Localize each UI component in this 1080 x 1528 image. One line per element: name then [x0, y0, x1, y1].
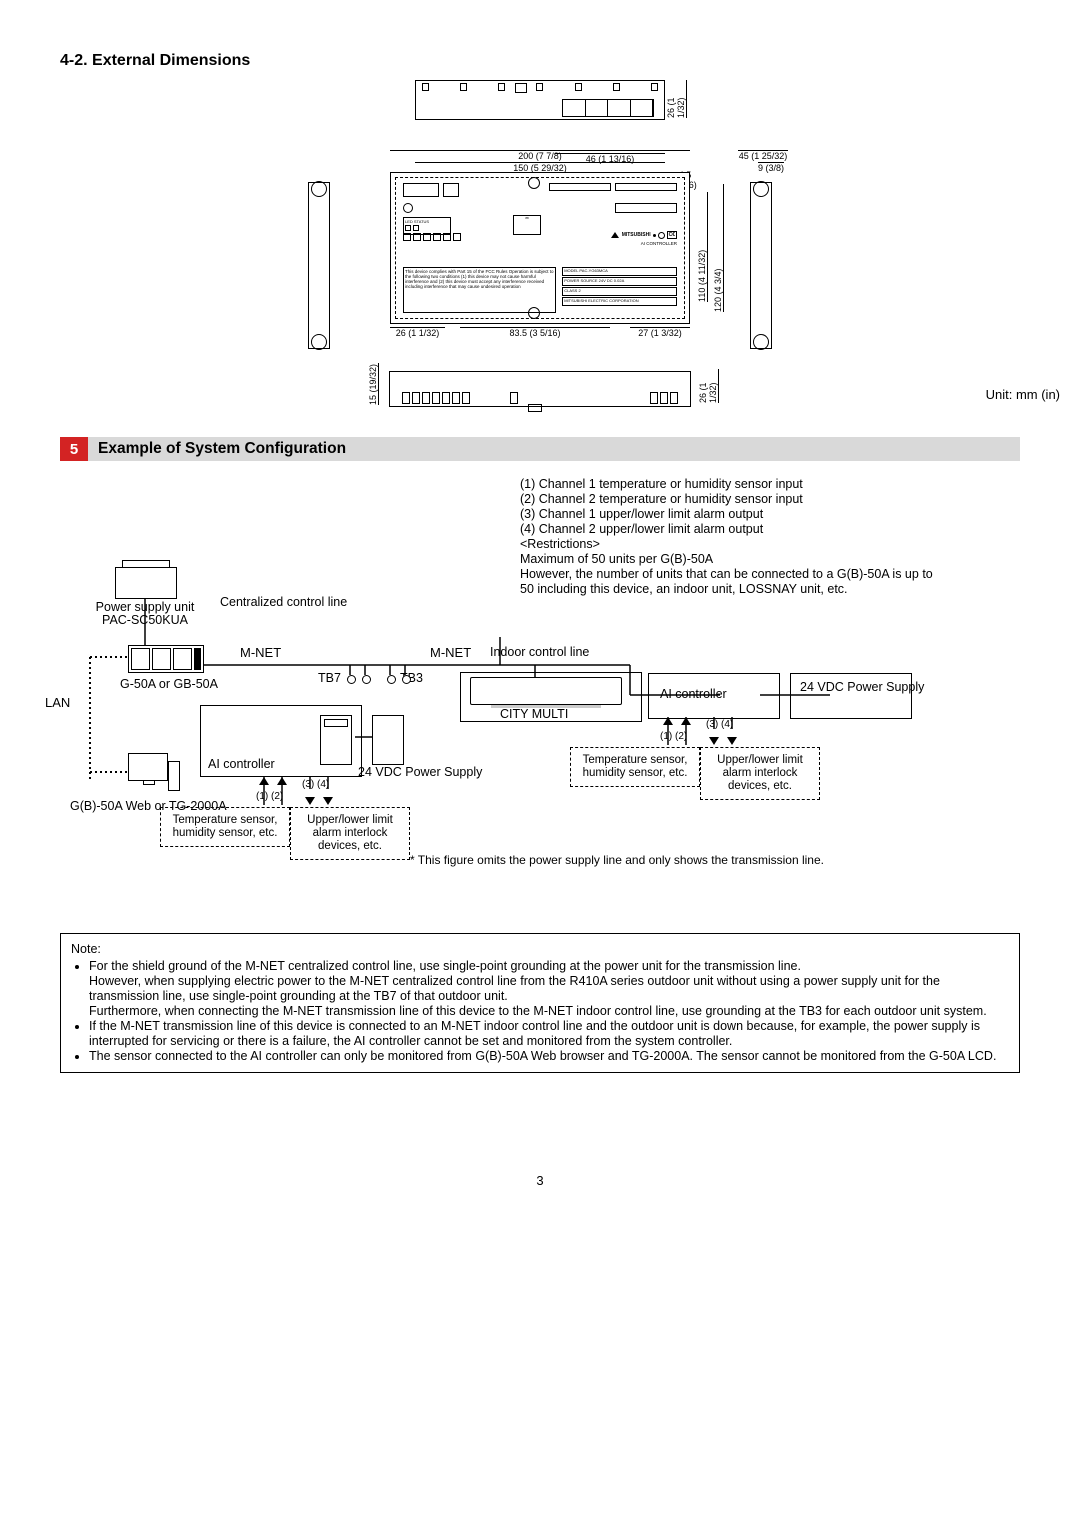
dim-bottom-view: [389, 371, 691, 407]
note-b3: The sensor connected to the AI controlle…: [89, 1049, 1009, 1064]
corp-text: MITSUBISHI ELECTRIC CORPORATION: [562, 297, 677, 306]
dim-f-br: 27 (1 3/32): [638, 328, 682, 338]
model-k: MODEL: [564, 268, 578, 273]
brand-text: MITSUBISHI: [622, 232, 651, 238]
dim-side-top: 45 (1 25/32): [739, 151, 788, 161]
cfg-l2: (2) Channel 2 temperature or humidity se…: [520, 492, 940, 507]
mnet-l1: M-NET: [240, 645, 281, 660]
ai2-n34: (3) (4): [706, 719, 733, 730]
cfg-rh: <Restrictions>: [520, 537, 940, 552]
fcc-text: This device complies with Part 15 of the…: [403, 267, 556, 313]
ai1-icon: [320, 715, 352, 765]
dim-f-h1: 110 (4 11/32): [697, 250, 707, 302]
cfg-l4: (4) Channel 2 upper/lower limit alarm ou…: [520, 522, 940, 537]
ai2-n12: (1) (2): [660, 731, 687, 742]
tb7-label: TB7: [318, 671, 341, 685]
dim-f-w1: 200 (7 7/8): [518, 151, 562, 161]
sub-text: AI CONTROLLER: [641, 241, 677, 246]
note-b1a: For the shield ground of the M-NET centr…: [89, 959, 801, 973]
system-config-figure: (1) Channel 1 temperature or humidity se…: [60, 477, 1020, 897]
section-5-num: 5: [60, 437, 88, 461]
dim-top-h: 26 (1 1/32): [666, 97, 686, 118]
dim-f-bl: 26 (1 1/32): [396, 328, 440, 338]
g50-icon: [128, 645, 204, 673]
cfg-l1: (1) Channel 1 temperature or humidity se…: [520, 477, 940, 492]
pwr2-label: 24 VDC Power Supply: [800, 680, 900, 694]
ai2-alarm-box: Upper/lower limit alarm interlock device…: [700, 747, 820, 800]
note-box: Note: For the shield ground of the M-NET…: [60, 933, 1020, 1073]
lan-label: LAN: [45, 695, 70, 710]
note-head: Note:: [71, 942, 1009, 957]
dim-top-view: 46 (1 13/16) 26 (1 1/32): [415, 80, 665, 150]
dim-bracket-right: [750, 182, 772, 349]
dim-bracket-left: [308, 182, 330, 349]
ai1-label: AI controller: [208, 757, 275, 771]
city-label: CITY MULTI: [500, 707, 568, 721]
pc-icon: [128, 753, 172, 793]
ai2-label: AI controller: [660, 687, 727, 701]
ai1-alarm-box: Upper/lower limit alarm interlock device…: [290, 807, 410, 860]
pwr1-label: 24 VDC Power Supply: [358, 765, 438, 779]
external-dimensions-figure: 46 (1 13/16) 26 (1 1/32) 200 (7 7/8) 150…: [150, 80, 930, 407]
psu-model: PAC-SC50KUA: [102, 613, 188, 627]
dim-f-bc: 83.5 (3 5/16): [509, 328, 560, 338]
section-4-2-title: 4-2. External Dimensions: [60, 52, 1020, 70]
ai1-n12: (1) (2): [256, 791, 283, 802]
icl-label: Indoor control line: [490, 645, 589, 659]
g50-label: G-50A or GB-50A: [120, 677, 218, 691]
psu-icon: [115, 567, 177, 599]
ccl-label: Centralized control line: [220, 595, 347, 609]
section-5-title: Example of System Configuration: [88, 437, 1020, 461]
dim-left-off: 15 (19/32): [368, 364, 378, 405]
spec-line1: POWER SOURCE 24V DC 0.02A: [562, 277, 677, 286]
model-v: PAC-YG63MCA: [579, 268, 607, 273]
spec-line2: CLASS 2: [562, 287, 677, 296]
dim-front-view: 200 (7 7/8) 150 (5 29/32) 4.5 (3/16): [390, 172, 690, 324]
note-b1b: However, when supplying electric power t…: [89, 974, 940, 1003]
dim-f-h2: 120 (4 3/4): [713, 268, 723, 312]
cfg-l3: (3) Channel 1 upper/lower limit alarm ou…: [520, 507, 940, 522]
note-b2: If the M-NET transmission line of this d…: [89, 1019, 1009, 1049]
dim-side-sub: 9 (3/8): [758, 163, 784, 173]
dim-btm-h: 26 (1 1/32): [698, 382, 718, 403]
mnet-l2: M-NET: [430, 645, 471, 660]
note-b1c: Furthermore, when connecting the M-NET t…: [89, 1004, 987, 1018]
cfg-r1: Maximum of 50 units per G(B)-50A: [520, 552, 940, 567]
ai1-n34: (3) (4): [302, 779, 329, 790]
ai1-sensor-box: Temperature sensor, humidity sensor, etc…: [160, 807, 290, 847]
section-5-header: 5 Example of System Configuration: [60, 437, 1020, 461]
pwr1-icon: [372, 715, 404, 765]
diagram-footnote: * This figure omits the power supply lin…: [410, 853, 990, 867]
psu-label: Power supply unit: [96, 600, 195, 614]
unit-label: Unit: mm (in): [986, 387, 1060, 402]
config-diagram: Power supply unit PAC-SC50KUA Centralize…: [60, 567, 990, 887]
ai2-sensor-box: Temperature sensor, humidity sensor, etc…: [570, 747, 700, 787]
page-number: 3: [60, 1173, 1020, 1188]
